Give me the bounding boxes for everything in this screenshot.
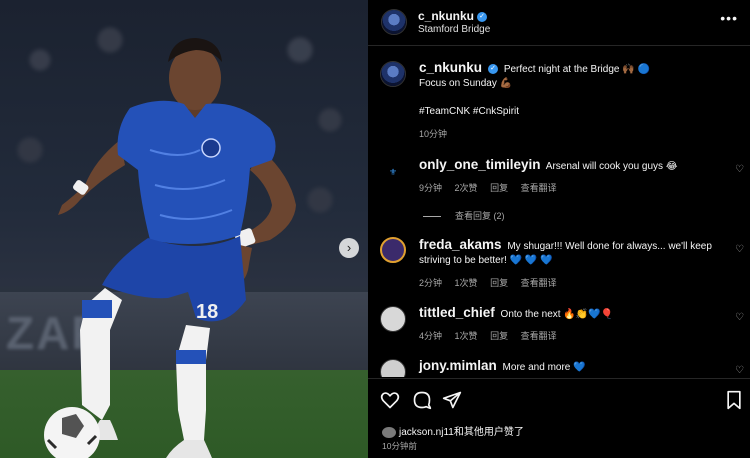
football-player-illustration: 18: [44, 38, 296, 458]
liked-by-text[interactable]: jackson.nj11和其他用户赞了: [399, 427, 524, 438]
comment-likes[interactable]: 1次赞: [455, 278, 478, 288]
comment: only_one_timileyin Arsenal will cook you…: [419, 158, 719, 174]
comment-time: 2分钟: [419, 278, 443, 288]
commenter-avatar[interactable]: [380, 359, 406, 377]
comment-text: Arsenal will cook you guys 😂: [545, 161, 678, 172]
comment-username[interactable]: only_one_timileyin: [419, 157, 541, 172]
comment: tittled_chief Onto the next 🔥👏💙🎈: [419, 306, 719, 322]
liked-by[interactable]: jackson.nj11和其他用户赞了: [382, 423, 524, 438]
comment-username[interactable]: jony.mimlan: [419, 358, 497, 373]
comment-text: More and more 💙: [502, 362, 586, 373]
comment-translate-button[interactable]: 查看翻译: [521, 331, 557, 341]
comment: jony.mimlan More and more 💙: [419, 359, 719, 375]
comment-like-icon[interactable]: ♡: [735, 164, 744, 175]
comment-likes[interactable]: 1次赞: [455, 331, 478, 341]
send-icon[interactable]: [442, 390, 462, 410]
comment-reply-button[interactable]: 回复: [490, 278, 508, 288]
caption-time: 10分钟: [419, 129, 448, 139]
post-time-ago: 10分钟前: [382, 441, 417, 451]
carousel-next-button[interactable]: ›: [339, 238, 359, 258]
comment-like-icon[interactable]: ♡: [735, 312, 744, 323]
comment-username[interactable]: freda_akams: [419, 237, 502, 252]
comment-like-icon[interactable]: ♡: [735, 365, 744, 376]
comment-like-icon[interactable]: ♡: [735, 244, 744, 255]
commenter-avatar[interactable]: [380, 237, 406, 263]
view-replies-button[interactable]: 查看回复 (2): [423, 209, 505, 222]
caption-line2: Focus on Sunday 💪🏾: [419, 78, 513, 89]
comment-translate-button[interactable]: 查看翻译: [521, 278, 557, 288]
comment-meta: 2分钟 1次赞 回复 查看翻译: [419, 276, 567, 289]
caption-line1: Perfect night at the Bridge 🙌🏾 🔵: [503, 64, 650, 75]
shorts-number: 18: [196, 301, 218, 323]
heart-icon[interactable]: [380, 390, 400, 410]
view-replies-label[interactable]: 查看回复 (2): [455, 211, 505, 221]
replies-divider: [423, 216, 441, 218]
author-username-row[interactable]: c_nkunku ✓: [418, 9, 488, 23]
commenter-avatar[interactable]: ⚜: [380, 159, 406, 185]
post-location[interactable]: Stamford Bridge: [418, 24, 490, 35]
verified-badge-icon: ✓: [477, 11, 488, 22]
caption-username[interactable]: c_nkunku: [419, 60, 482, 75]
comment: freda_akams My shugar!!! Well done for a…: [419, 238, 719, 268]
post-photo[interactable]: ZAP 18 ›: [0, 0, 368, 458]
comment-username[interactable]: tittled_chief: [419, 305, 495, 320]
author-avatar[interactable]: [381, 9, 407, 35]
comment-meta: 4分钟 1次赞 回复 查看翻译: [419, 329, 567, 342]
comment-time: 4分钟: [419, 331, 443, 341]
author-username[interactable]: c_nkunku: [418, 9, 474, 23]
commenter-avatar[interactable]: [380, 306, 406, 332]
comment-text: Onto the next 🔥👏💙🎈: [500, 309, 614, 320]
post-header: c_nkunku ✓ Stamford Bridge •••: [368, 0, 750, 46]
comment-reply-button[interactable]: 回复: [490, 331, 508, 341]
post-actions: jackson.nj11和其他用户赞了 10分钟前: [368, 378, 750, 458]
caption: c_nkunku ✓ Perfect night at the Bridge 🙌🏾…: [419, 61, 719, 119]
comment-translate-button[interactable]: 查看翻译: [521, 183, 557, 193]
comment-likes[interactable]: 2次赞: [455, 183, 478, 193]
comment-meta: 9分钟 2次赞 回复 查看翻译: [419, 181, 567, 194]
post-panel: c_nkunku ✓ Stamford Bridge ••• c_nkunku ✓ …: [368, 0, 750, 458]
verified-badge-icon: ✓: [488, 64, 499, 75]
caption-author-avatar[interactable]: [380, 61, 406, 87]
comments-section[interactable]: c_nkunku ✓ Perfect night at the Bridge 🙌🏾…: [368, 47, 750, 377]
comment-reply-button[interactable]: 回复: [490, 183, 508, 193]
liker-avatar: [382, 426, 396, 438]
comment-time: 9分钟: [419, 183, 443, 193]
bookmark-icon[interactable]: [724, 390, 744, 410]
comment-icon[interactable]: [412, 390, 432, 410]
more-options-icon[interactable]: •••: [720, 10, 738, 26]
caption-hashtags[interactable]: #TeamCNK #CnkSpirit: [419, 106, 519, 117]
